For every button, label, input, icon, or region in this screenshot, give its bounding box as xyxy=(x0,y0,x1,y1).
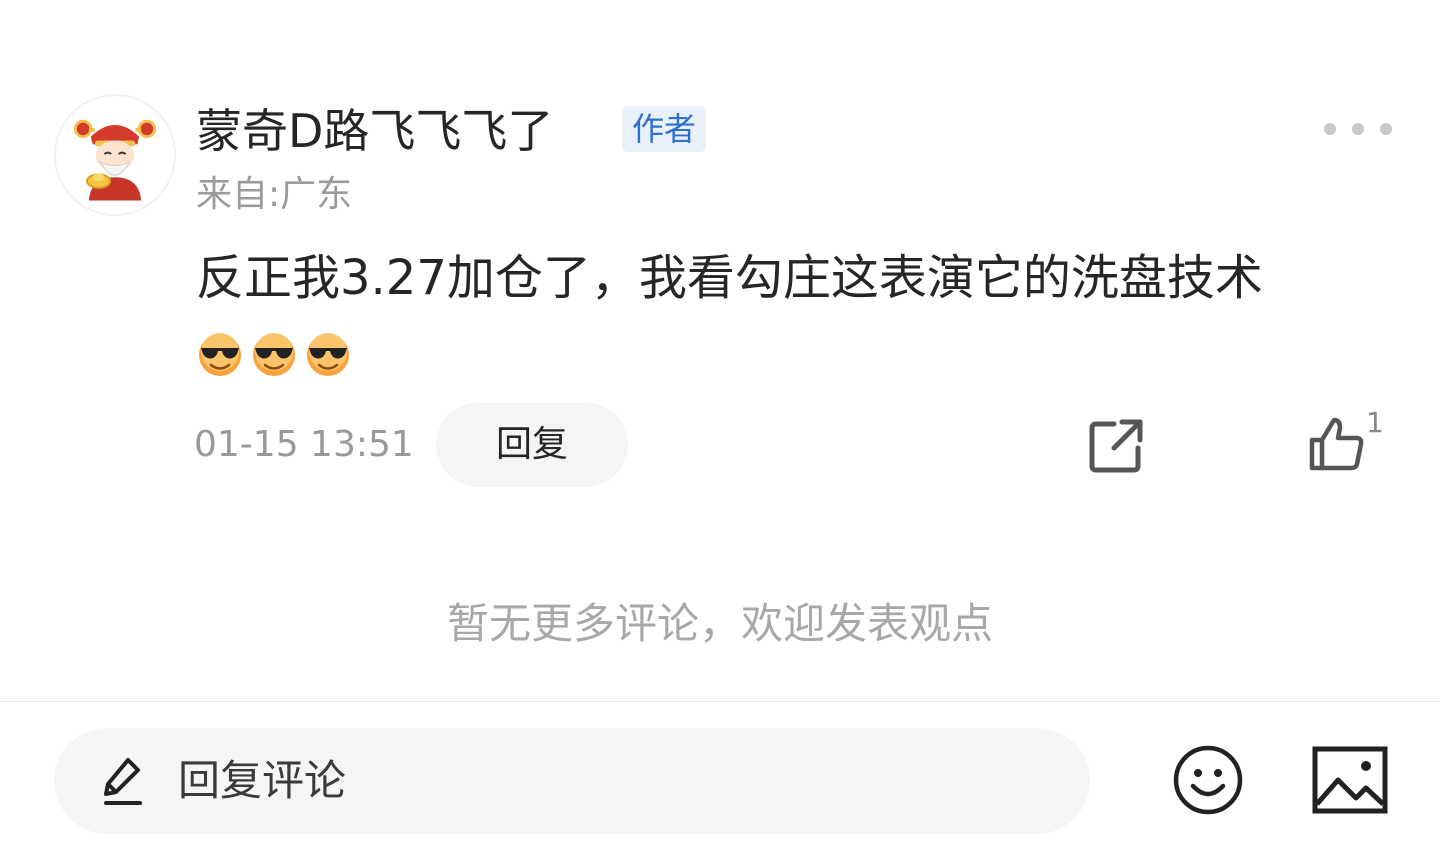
more-dot xyxy=(1324,123,1336,135)
no-more-comments-notice: 暂无更多评论，欢迎发表观点 xyxy=(446,599,993,648)
reply-button[interactable]: 回复 xyxy=(436,403,628,487)
image-icon[interactable] xyxy=(1312,746,1388,814)
emoji-row xyxy=(196,330,352,378)
author-badge: 作者 xyxy=(622,106,707,152)
comment-text: 反正我3.27加仓了，我看勾庄这表演它的洗盘技术 xyxy=(196,250,1263,306)
share-icon[interactable] xyxy=(1086,416,1146,476)
reply-input-placeholder: 回复评论 xyxy=(178,756,347,805)
more-icon[interactable] xyxy=(1324,112,1392,146)
location-label: 来自:广东 xyxy=(196,174,353,215)
reply-comment-input[interactable]: 回复评论 xyxy=(54,728,1090,834)
comment-item: 蒙奇D路飞飞飞了 作者 来自:广东 反正我3.27加仓了，我看勾庄这表演它的洗盘… xyxy=(0,0,1440,520)
more-dot xyxy=(1352,123,1364,135)
comment-timestamp: 01-15 13:51 xyxy=(194,424,414,465)
thumbs-up-icon[interactable] xyxy=(1306,414,1366,474)
avatar[interactable] xyxy=(54,94,176,216)
sunglasses-emoji xyxy=(253,333,295,376)
sunglasses-emoji xyxy=(199,333,241,376)
like-count: 1 xyxy=(1366,406,1384,439)
username[interactable]: 蒙奇D路飞飞飞了 xyxy=(196,103,553,159)
pencil-icon xyxy=(102,754,146,808)
emoji-icon[interactable] xyxy=(1172,744,1244,816)
more-dot xyxy=(1380,123,1392,135)
sunglasses-emoji xyxy=(307,333,349,376)
bottom-bar: 回复评论 xyxy=(0,702,1440,860)
